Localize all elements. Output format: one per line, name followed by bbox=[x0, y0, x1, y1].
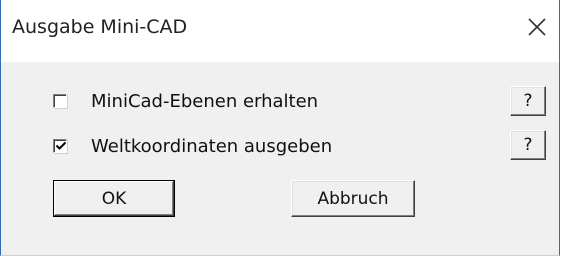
help-button-minicad-ebenen[interactable]: ? bbox=[510, 86, 546, 116]
close-icon[interactable] bbox=[522, 12, 552, 42]
ok-button[interactable]: OK bbox=[53, 180, 175, 217]
minicad-ebenen-label: MiniCad-Ebenen erhalten bbox=[91, 90, 319, 112]
cancel-button[interactable]: Abbruch bbox=[291, 180, 415, 217]
help-button-weltkoordinaten[interactable]: ? bbox=[510, 130, 546, 160]
title-bar: Ausgabe Mini-CAD bbox=[1, 0, 559, 62]
dialog-window: Ausgabe Mini-CAD MiniCad-Ebenen erhalten… bbox=[0, 0, 560, 256]
checkmark-icon bbox=[55, 141, 67, 150]
weltkoordinaten-label: Weltkoordinaten ausgeben bbox=[91, 135, 333, 157]
minicad-ebenen-checkbox[interactable] bbox=[53, 94, 67, 108]
ok-button-label: OK bbox=[101, 188, 127, 209]
dialog-title: Ausgabe Mini-CAD bbox=[12, 16, 188, 38]
option-minicad-ebenen[interactable]: MiniCad-Ebenen erhalten bbox=[53, 88, 318, 114]
weltkoordinaten-checkbox[interactable] bbox=[53, 139, 67, 153]
option-weltkoordinaten[interactable]: Weltkoordinaten ausgeben bbox=[53, 133, 332, 159]
